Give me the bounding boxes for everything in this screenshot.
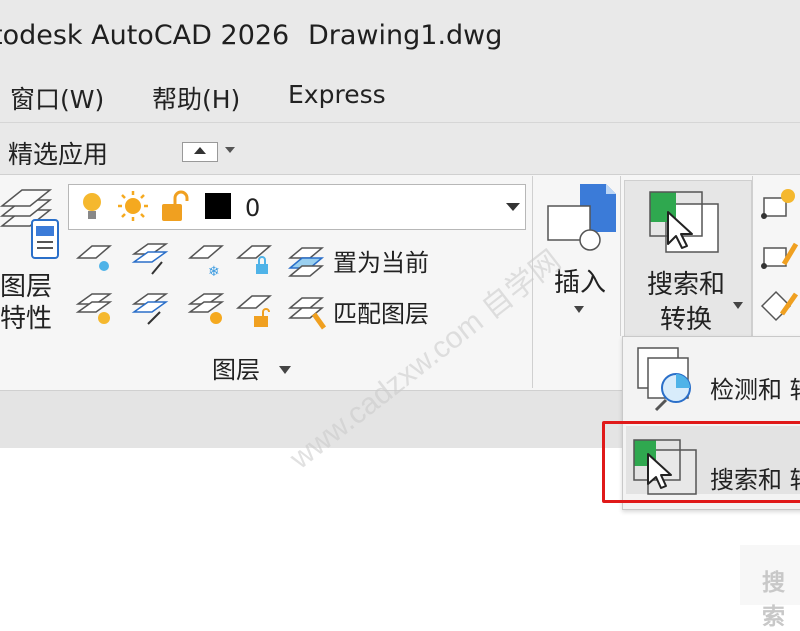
chevron-down-icon[interactable]	[733, 302, 743, 309]
data-tools-column	[760, 189, 799, 322]
layer-properties-label-1[interactable]: 图层	[0, 274, 52, 300]
match-layer-label[interactable]: 匹配图层	[333, 302, 429, 326]
chevron-down-icon[interactable]	[574, 306, 584, 313]
tag-edit-icon	[760, 290, 799, 322]
layer-lock-icon	[235, 245, 273, 274]
layer-color-swatch	[205, 193, 231, 219]
svg-text:❄: ❄	[208, 264, 220, 280]
layer-off-icon	[75, 245, 113, 271]
layer-thaw-icon	[187, 293, 225, 324]
layer-state-icons	[83, 190, 189, 221]
lightbulb-on-icon	[83, 193, 101, 219]
attribute-define-icon	[761, 189, 795, 219]
layer-unisolate-icon	[131, 293, 169, 325]
menu-bar	[0, 72, 800, 122]
search-convert-label-2[interactable]: 转换	[660, 307, 712, 333]
highlight-box	[602, 421, 800, 503]
search-convert-icon[interactable]	[644, 188, 724, 258]
ribbon-minimize-button[interactable]	[182, 142, 218, 162]
panel-separator	[532, 176, 533, 388]
chevron-down-icon[interactable]	[506, 203, 520, 211]
panel-separator	[752, 176, 753, 336]
insert-block-icon[interactable]	[546, 182, 620, 252]
tooltip-text: 搜索	[762, 570, 785, 630]
tab-featured-apps[interactable]: 精选应用	[8, 135, 108, 171]
layer-freeze-icon: ❄	[187, 245, 225, 280]
app-title: todesk AutoCAD 2026	[0, 20, 290, 51]
ribbon-tab-row	[0, 122, 800, 175]
dropdown-item-detect-convert[interactable]: 检测和 转	[710, 378, 800, 402]
layer-tools-row-2	[75, 293, 273, 327]
attribute-edit-icon	[761, 242, 799, 269]
current-layer-name: 0	[245, 194, 261, 222]
layer-on-icon	[75, 293, 113, 324]
layer-unlock-icon	[235, 295, 273, 327]
menu-express[interactable]: Express	[288, 80, 386, 109]
layers-panel-title[interactable]: 图层	[212, 358, 260, 382]
layer-isolate-icon	[131, 243, 169, 275]
set-current-label[interactable]: 置为当前	[333, 251, 429, 275]
detect-convert-icon[interactable]	[634, 344, 704, 416]
sun-icon	[118, 191, 148, 221]
match-layer-icon[interactable]	[288, 294, 328, 332]
layer-properties-label-2[interactable]: 特性	[0, 306, 52, 332]
menu-help[interactable]: 帮助(H)	[152, 80, 240, 116]
insert-label[interactable]: 插入	[554, 270, 606, 296]
unlock-icon	[162, 190, 189, 221]
layer-properties-icon[interactable]	[0, 184, 64, 266]
chevron-down-icon[interactable]	[279, 366, 291, 374]
set-current-layer-icon[interactable]	[288, 244, 328, 280]
panel-separator	[620, 176, 621, 336]
search-convert-label-1[interactable]: 搜索和	[647, 272, 725, 298]
chevron-down-icon[interactable]	[225, 147, 235, 153]
file-name: Drawing1.dwg	[308, 20, 503, 51]
layer-tools-row-1: ❄	[75, 243, 273, 280]
menu-window[interactable]: 窗口(W)	[10, 80, 104, 116]
